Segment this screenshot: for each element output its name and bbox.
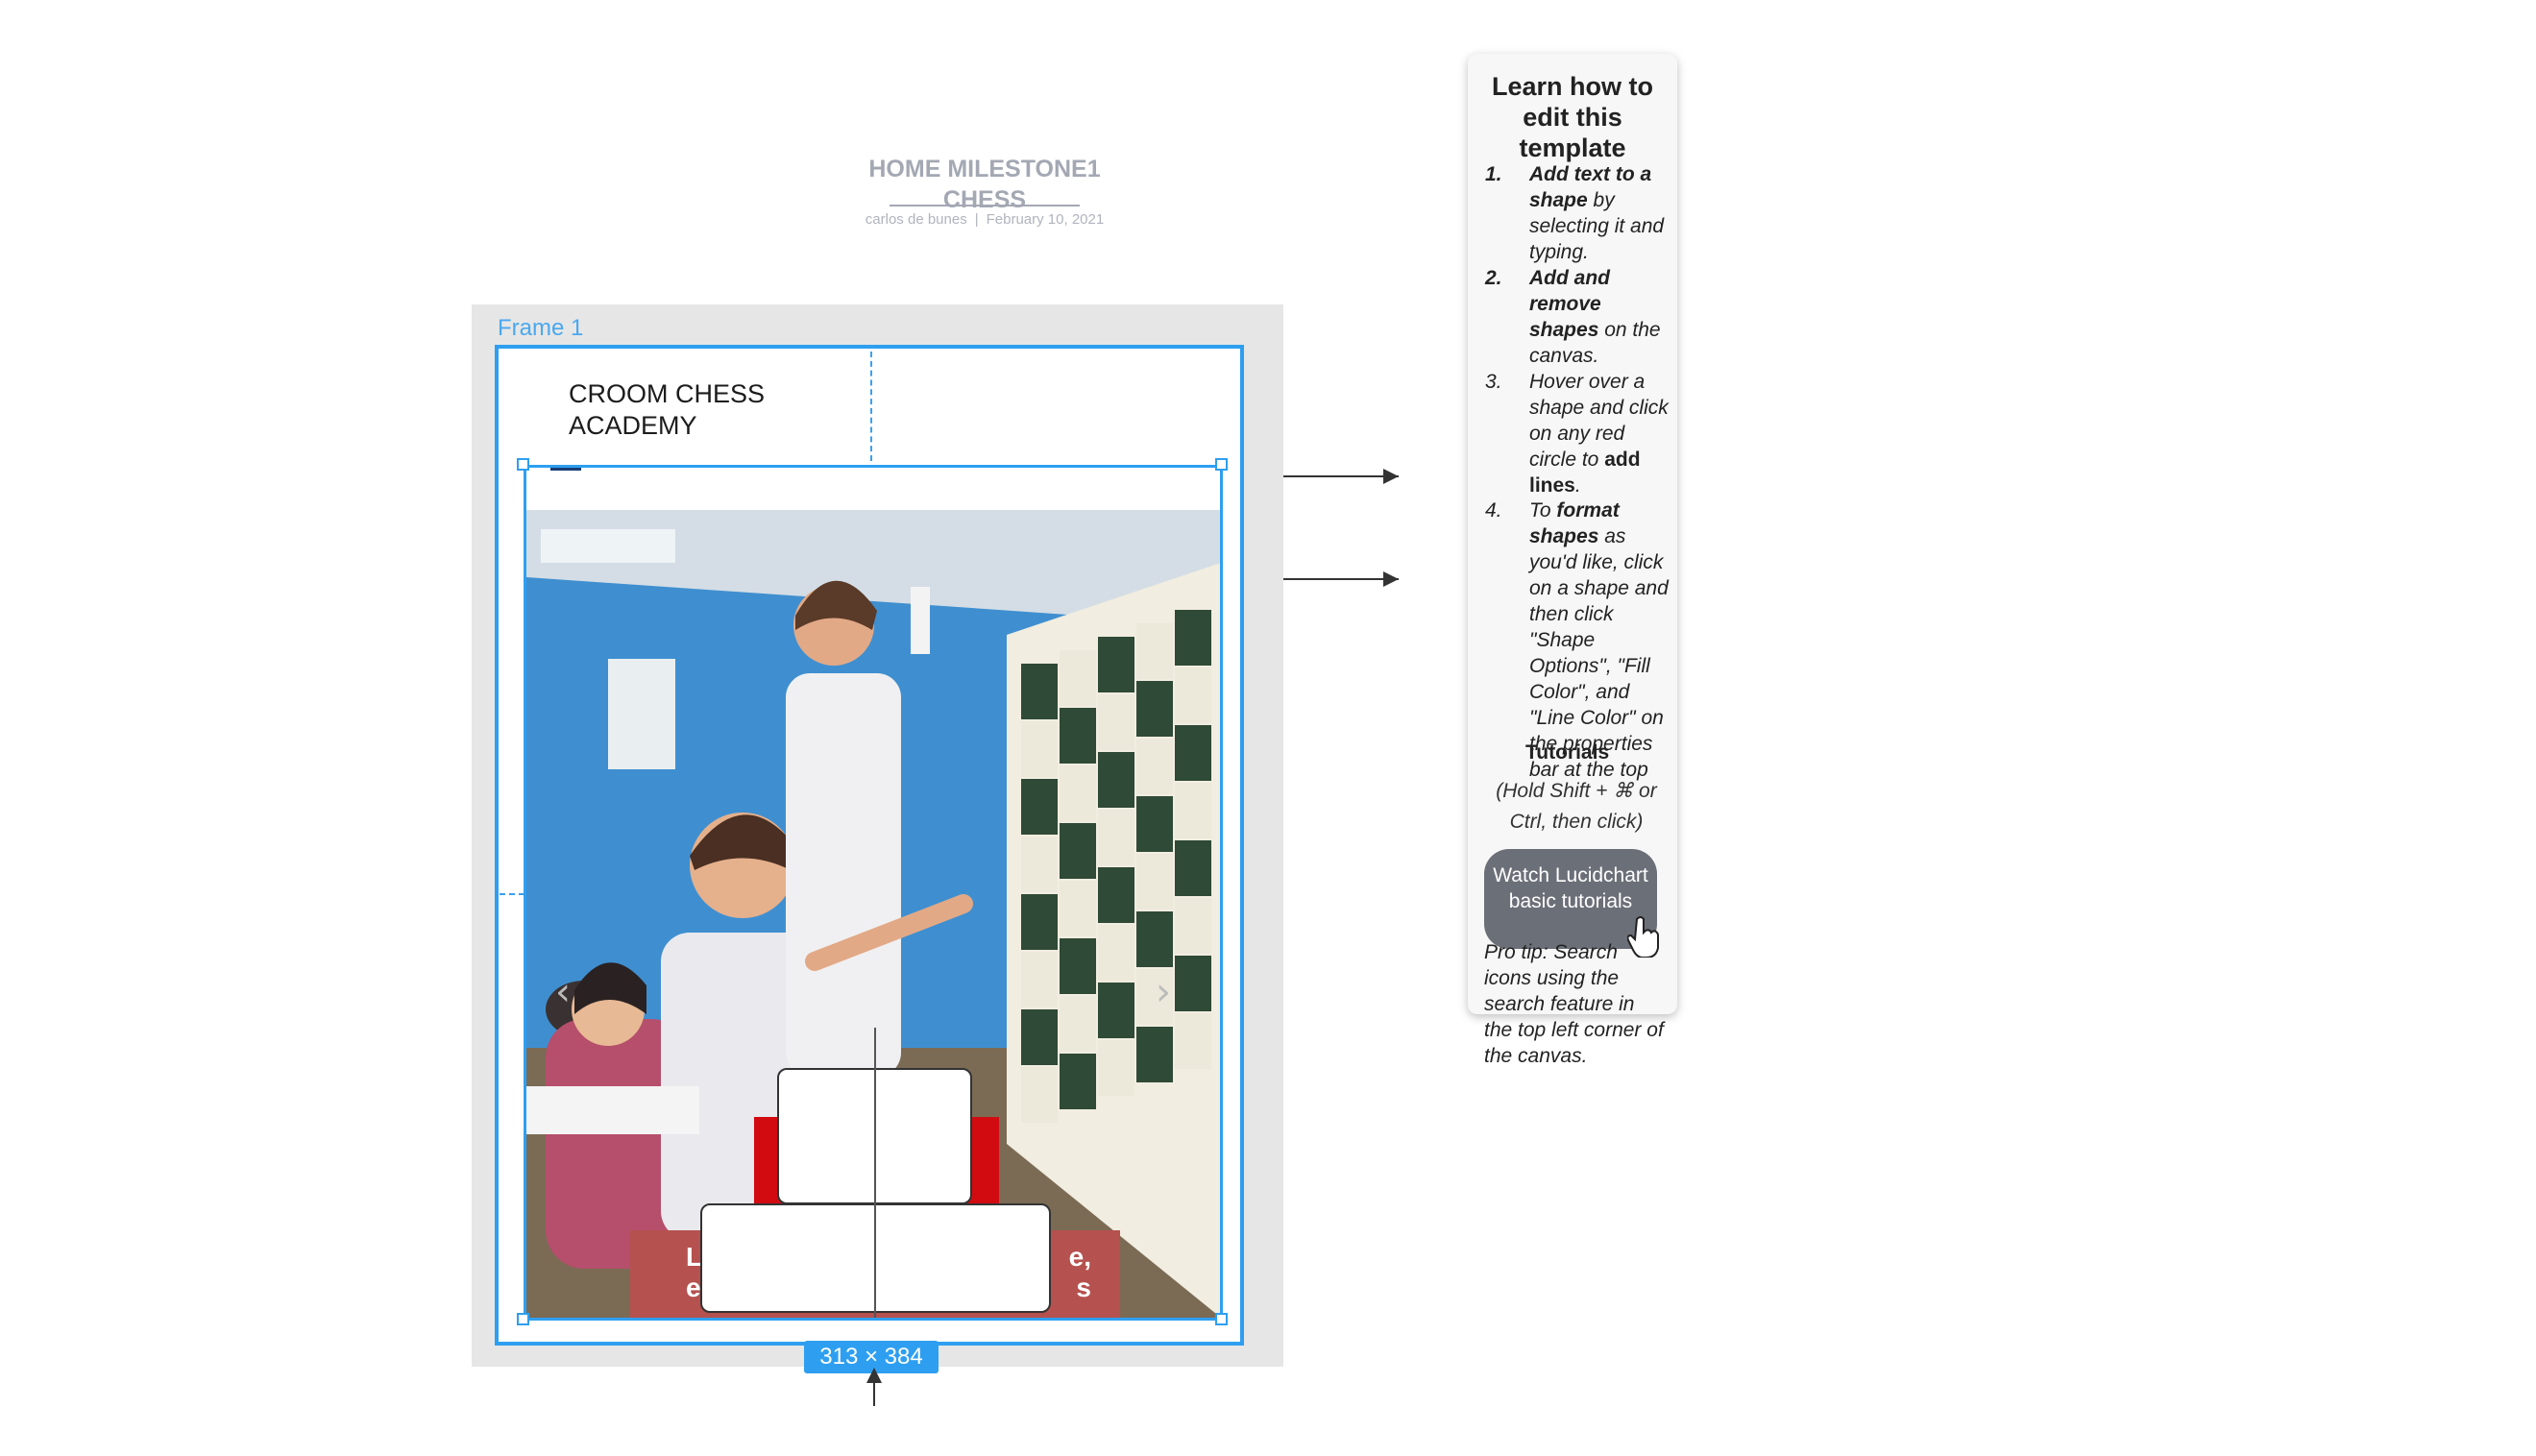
instructions-panel[interactable]: Learn how to edit this template 1. Add t… <box>1468 54 1677 1067</box>
tutorials-heading: Tutorials <box>1525 741 1610 764</box>
resize-handle-br[interactable] <box>1215 1313 1228 1325</box>
connector-line[interactable] <box>1283 475 1399 477</box>
alignment-guide-vertical <box>870 352 872 461</box>
panel-title: Learn how to edit this template <box>1492 72 1653 162</box>
frame-label[interactable]: Frame 1 <box>498 315 583 342</box>
arrow-up-icon <box>866 1368 882 1383</box>
selection-box[interactable] <box>524 465 1223 1321</box>
document-meta: carlos de bunes | February 10, 2021 <box>865 211 1105 228</box>
resize-handle-tr[interactable] <box>1215 458 1228 471</box>
resize-handle-bl[interactable] <box>517 1313 529 1325</box>
arrow-right-icon <box>1383 571 1399 587</box>
pro-tip: Pro tip: Search icons using the search f… <box>1484 941 1664 1067</box>
alignment-guide-horizontal <box>500 893 524 895</box>
arrow-right-icon <box>1383 469 1399 484</box>
academy-title[interactable]: CROOM CHESS ACADEMY <box>569 378 765 442</box>
hold-shift-hint: (Hold Shift + ⌘ or Ctrl, then click) <box>1496 780 1657 833</box>
date: February 10, 2021 <box>986 211 1105 228</box>
author: carlos de bunes <box>865 211 967 228</box>
resize-handle-tl[interactable] <box>517 458 529 471</box>
connector-line[interactable] <box>1283 578 1399 580</box>
title-divider <box>890 205 1080 206</box>
